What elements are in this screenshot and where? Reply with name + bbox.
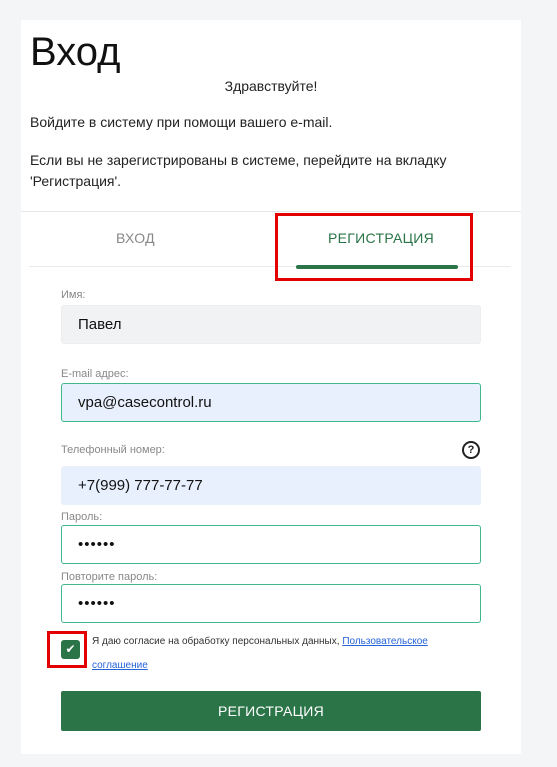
name-label: Имя: [61, 289, 86, 301]
email-label: E-mail адрес: [61, 368, 129, 380]
phone-field[interactable] [61, 466, 481, 505]
active-tab-indicator [296, 265, 458, 269]
consent-text: Я даю согласие на обработку персональных… [92, 630, 472, 678]
header-divider [21, 211, 521, 212]
password-repeat-field[interactable] [61, 584, 481, 623]
email-field[interactable] [61, 383, 481, 422]
password-field[interactable] [61, 525, 481, 564]
password-label: Пароль: [61, 511, 103, 523]
consent-checkbox[interactable]: ✔ [61, 640, 80, 659]
checkmark-icon: ✔ [65, 642, 76, 656]
register-button[interactable]: РЕГИСТРАЦИЯ [61, 691, 481, 731]
phone-label: Телефонный номер: [61, 444, 165, 456]
tab-register[interactable]: РЕГИСТРАЦИЯ [328, 230, 434, 246]
name-field[interactable] [61, 305, 481, 344]
highlight-box-register-tab [275, 213, 473, 281]
page-title: Вход [30, 30, 121, 74]
login-card: Вход Здравствуйте! Войдите в систему при… [21, 20, 521, 754]
tab-login[interactable]: ВХОД [116, 230, 155, 246]
greeting-text: Здравствуйте! [224, 78, 318, 94]
password-repeat-label: Повторите пароль: [61, 571, 158, 583]
login-instructions: Войдите в систему при помощи вашего e-ma… [30, 114, 333, 130]
register-instructions: Если вы не зарегистрированы в системе, п… [30, 152, 447, 189]
consent-label: Я даю согласие на обработку персональных… [92, 636, 343, 647]
question-circle-icon[interactable]: ? [462, 441, 480, 459]
